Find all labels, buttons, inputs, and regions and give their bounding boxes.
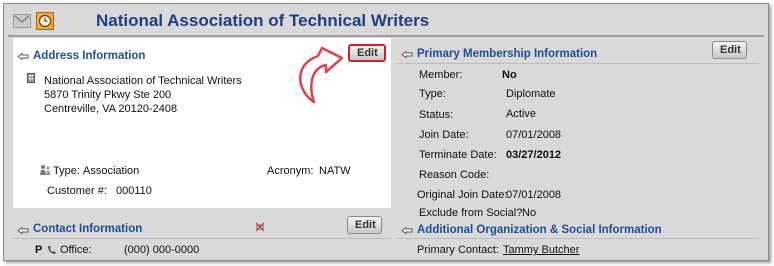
exclude-social-value: No xyxy=(522,207,537,219)
address-line-2: 5870 Trinity Pkwy Ste 200 xyxy=(44,89,172,101)
additional-info-header[interactable]: Additional Organization & Social Informa… xyxy=(417,224,662,236)
membership-edit-button[interactable]: Edit xyxy=(712,41,747,59)
contact-collapse-arrow-icon[interactable] xyxy=(17,226,29,235)
callout-arrow-icon xyxy=(299,46,344,104)
original-join-date-label: Original Join Date: xyxy=(417,189,508,201)
phone-prefix: P xyxy=(35,244,43,256)
customer-number-label: Customer #: xyxy=(47,185,107,197)
primary-contact-link[interactable]: Tammy Butcher xyxy=(503,244,579,256)
title-bar: National Association of Technical Writer… xyxy=(4,4,768,37)
terminate-date-value: 03/27/2012 xyxy=(506,149,562,161)
acronym-label: Acronym: xyxy=(267,165,314,177)
reason-code-label: Reason Code: xyxy=(419,169,490,181)
join-date-label: Join Date: xyxy=(419,129,469,141)
member-label: Member: xyxy=(419,69,463,81)
member-value: No xyxy=(502,69,517,81)
phone-icon xyxy=(48,246,56,254)
status-value: Active xyxy=(506,108,536,120)
status-label: Status: xyxy=(419,109,454,121)
title-underline xyxy=(8,35,764,37)
page-title: National Association of Technical Writer… xyxy=(96,11,430,30)
exclude-social-label: Exclude from Social? xyxy=(419,207,523,219)
org-type-value: Association xyxy=(83,165,140,177)
collapse-arrow-icon[interactable] xyxy=(17,52,29,61)
membership-header[interactable]: Primary Membership Information xyxy=(417,48,597,60)
people-icon xyxy=(40,165,51,175)
additional-collapse-arrow-icon[interactable] xyxy=(401,226,413,235)
additional-divider xyxy=(397,238,759,239)
clock-icon[interactable] xyxy=(36,12,54,30)
primary-contact-label: Primary Contact: xyxy=(417,244,499,256)
address-line-1: National Association of Technical Writer… xyxy=(44,75,242,87)
terminate-date-label: Terminate Date: xyxy=(419,149,497,161)
acronym-value: NATW xyxy=(319,165,351,177)
customer-number-value: 000110 xyxy=(116,185,152,197)
contact-edit-button[interactable]: Edit xyxy=(347,216,382,234)
no-contact-icon[interactable] xyxy=(254,221,266,233)
address-header[interactable]: Address Information xyxy=(33,50,145,62)
membership-divider xyxy=(397,63,759,64)
contact-header[interactable]: Contact Information xyxy=(33,223,142,235)
page-frame: National Association of Technical Writer… xyxy=(3,3,769,261)
org-type-label: Type: xyxy=(53,165,80,177)
membership-type-value: Diplomate xyxy=(506,88,556,100)
office-phone-label: Office: xyxy=(60,244,92,256)
building-icon xyxy=(27,73,35,83)
mail-icon[interactable] xyxy=(13,14,31,28)
address-line-3: Centreville, VA 20120-2408 xyxy=(44,103,178,115)
office-phone-value: (000) 000-0000 xyxy=(124,244,200,256)
join-date-value: 07/01/2008 xyxy=(506,129,562,141)
contact-divider xyxy=(13,238,391,239)
membership-type-label: Type: xyxy=(419,88,446,100)
membership-collapse-arrow-icon[interactable] xyxy=(401,50,413,59)
original-join-date-value: 07/01/2008 xyxy=(506,189,562,201)
